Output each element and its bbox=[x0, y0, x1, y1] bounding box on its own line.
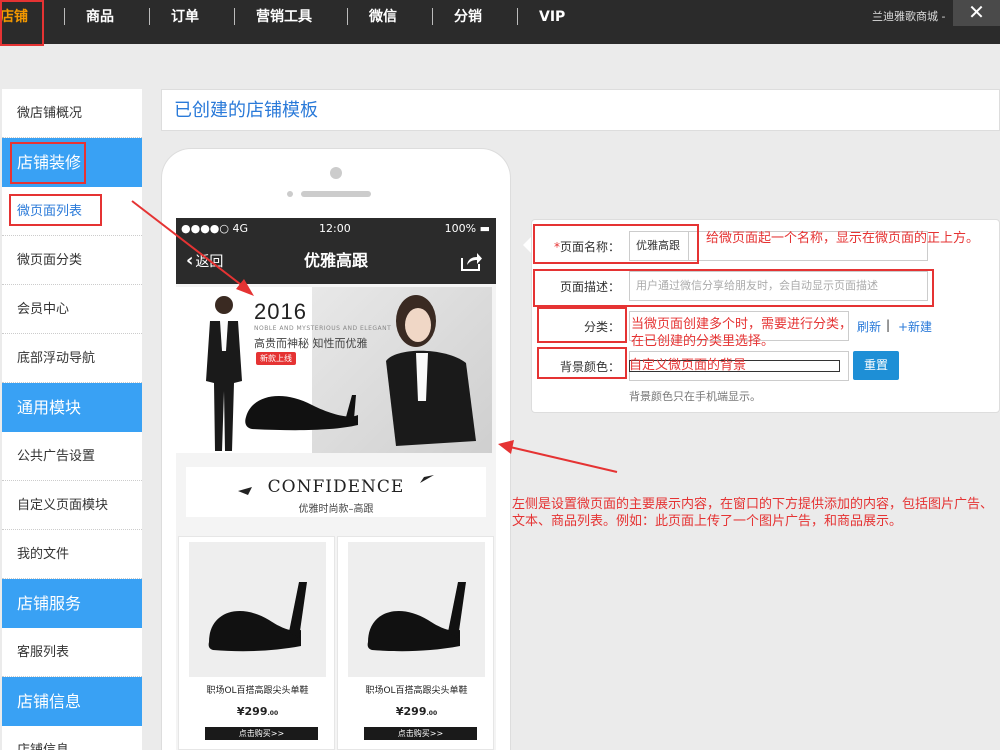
sidebar-item-customer-service[interactable]: 客服列表 bbox=[2, 628, 142, 677]
highlight-box-category bbox=[537, 307, 627, 343]
sidebar-item-overview[interactable]: 微店铺概况 bbox=[2, 89, 142, 138]
sidebar-item-my-files[interactable]: 我的文件 bbox=[2, 530, 142, 579]
banner-english-text: NOBLE AND MYSTERIOUS AND ELEGANT bbox=[254, 325, 392, 332]
sidebar: 微店铺概况 店铺装修 微页面列表 微页面分类 会员中心 底部浮动导航 通用模块 … bbox=[2, 89, 142, 750]
model-seated-image bbox=[386, 295, 476, 446]
sidebar-item-member-center[interactable]: 会员中心 bbox=[2, 285, 142, 334]
shoe-icon bbox=[208, 582, 307, 652]
share-icon[interactable] bbox=[459, 250, 483, 272]
product-name: 职场OL百搭高跟尖头单鞋 bbox=[206, 686, 309, 696]
sidebar-item-custom-module[interactable]: 自定义页面模块 bbox=[2, 481, 142, 530]
phone-status-bar: ●●●●○ 4G 12:00 100% ▬ bbox=[176, 218, 496, 240]
highlight-box-page-name bbox=[533, 224, 699, 264]
shoe-icon bbox=[367, 582, 466, 652]
banner-new-tag: 新款上线 bbox=[256, 352, 296, 365]
sidebar-item-public-ads[interactable]: 公共广告设置 bbox=[2, 432, 142, 481]
panel-pointer bbox=[523, 237, 531, 253]
nav-distribution[interactable]: 分销 bbox=[454, 0, 482, 44]
highlight-box-page-list bbox=[9, 194, 102, 226]
reset-button[interactable]: 重置 bbox=[853, 351, 899, 380]
nav-vip[interactable]: VIP bbox=[539, 0, 565, 44]
banner-year: 2016 bbox=[254, 299, 307, 324]
nav-separator bbox=[517, 8, 518, 25]
product-price: ¥299.00 bbox=[395, 705, 438, 718]
sidebar-section-common[interactable]: 通用模块 bbox=[2, 383, 142, 432]
phone-sensor bbox=[287, 191, 293, 197]
buy-button[interactable]: 点击购买>> bbox=[364, 727, 477, 740]
phone-page-title: 优雅高跟 bbox=[303, 251, 368, 270]
chevron-left-icon: ‹ bbox=[186, 250, 194, 271]
decoration-wing-icon bbox=[238, 487, 252, 495]
close-icon[interactable]: ✕ bbox=[953, 0, 1000, 26]
nav-separator bbox=[149, 8, 150, 25]
nav-separator bbox=[64, 8, 65, 25]
confidence-title: CONFIDENCE bbox=[267, 477, 405, 497]
product-name: 职场OL百搭高跟尖头单鞋 bbox=[365, 686, 468, 696]
confidence-subtitle: 优雅时尚款–高跟 bbox=[298, 504, 374, 515]
annotation-bg-color: 自定义微页面的背景 bbox=[629, 358, 747, 373]
signal-indicator: ●●●●○ 4G bbox=[181, 222, 249, 235]
top-nav: 店铺 商品 订单 营销工具 微信 分销 VIP 兰迪雅歌商城 - ✕ bbox=[0, 0, 1000, 44]
sidebar-item-bottom-nav[interactable]: 底部浮动导航 bbox=[2, 334, 142, 383]
buy-button[interactable]: 点击购买>> bbox=[205, 727, 318, 740]
new-category-link[interactable]: +新建 bbox=[898, 318, 932, 335]
nav-goods[interactable]: 商品 bbox=[86, 0, 114, 44]
link-separator: | bbox=[886, 318, 891, 332]
product-image bbox=[348, 542, 485, 677]
shoe-image bbox=[245, 395, 358, 431]
nav-separator bbox=[432, 8, 433, 25]
nav-orders[interactable]: 订单 bbox=[171, 0, 199, 44]
product-image bbox=[189, 542, 326, 677]
product-price: ¥299.00 bbox=[236, 705, 279, 718]
highlight-box-page-desc bbox=[533, 269, 934, 307]
status-time: 12:00 bbox=[319, 222, 351, 235]
highlight-box-bg-color bbox=[537, 347, 627, 379]
arrow-line-2 bbox=[509, 446, 618, 473]
highlight-box-nav bbox=[0, 0, 44, 46]
sidebar-item-shop-info[interactable]: 店铺信息 bbox=[2, 726, 142, 750]
nav-separator bbox=[347, 8, 348, 25]
highlight-box-decoration bbox=[10, 142, 86, 184]
bg-color-help: 背景颜色只在手机端显示。 bbox=[629, 390, 761, 403]
annotation-page-name: 给微页面起一个名称，显示在微页面的正上方。 bbox=[706, 231, 980, 246]
banner-chinese-text: 高贵而神秘 知性而优雅 bbox=[254, 337, 368, 350]
product-card[interactable]: 职场OL百搭高跟尖头单鞋 ¥299.00 点击购买>> bbox=[178, 536, 335, 750]
sidebar-section-service[interactable]: 店铺服务 bbox=[2, 579, 142, 628]
battery-indicator: 100% ▬ bbox=[444, 222, 490, 235]
page-header: 已创建的店铺模板 bbox=[161, 89, 1000, 131]
annotation-category: 当微页面创建多个时，需要进行分类，在已创建的分类里选择。 bbox=[631, 317, 853, 349]
nav-wechat[interactable]: 微信 bbox=[369, 0, 397, 44]
decoration-wing-icon bbox=[420, 475, 434, 483]
sidebar-section-info[interactable]: 店铺信息 bbox=[2, 677, 142, 726]
product-card[interactable]: 职场OL百搭高跟尖头单鞋 ¥299.00 点击购买>> bbox=[337, 536, 494, 750]
text-block-confidence[interactable]: CONFIDENCE 优雅时尚款–高跟 bbox=[186, 467, 486, 517]
annotation-left-preview: 左侧是设置微页面的主要展示内容，在窗口的下方提供添加的内容，包括图片广告、文本、… bbox=[512, 497, 994, 529]
back-button[interactable]: ‹ 返回 bbox=[186, 240, 223, 283]
banner-ad[interactable]: 2016 NOBLE AND MYSTERIOUS AND ELEGANT 高贵… bbox=[176, 287, 492, 453]
sidebar-item-page-category[interactable]: 微页面分类 bbox=[2, 236, 142, 285]
phone-title-bar: 优雅高跟 ‹ 返回 bbox=[176, 240, 496, 284]
back-label: 返回 bbox=[195, 254, 224, 270]
nav-separator bbox=[234, 8, 235, 25]
page-title: 已创建的店铺模板 bbox=[174, 100, 318, 121]
shop-name[interactable]: 兰迪雅歌商城 - bbox=[872, 0, 945, 34]
phone-camera bbox=[330, 167, 342, 179]
phone-speaker bbox=[301, 191, 371, 197]
nav-marketing[interactable]: 营销工具 bbox=[256, 0, 312, 44]
